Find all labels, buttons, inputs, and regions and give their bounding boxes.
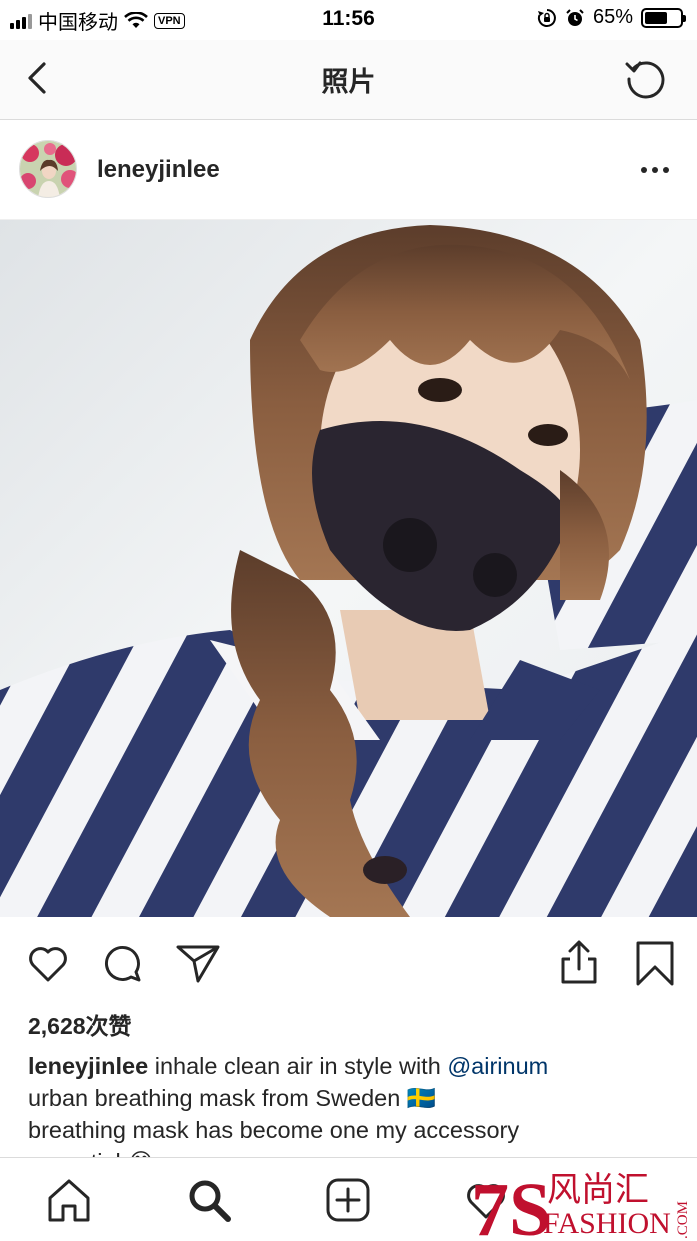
watermark-domain: .COM bbox=[675, 1201, 691, 1239]
caption-username[interactable]: leneyjinlee bbox=[28, 1053, 148, 1079]
post-username[interactable]: leneyjinlee bbox=[97, 156, 220, 184]
rotation-lock-icon bbox=[537, 8, 556, 27]
status-right: 65% bbox=[537, 6, 686, 29]
upload-icon[interactable] bbox=[555, 939, 603, 987]
share-direct-icon[interactable] bbox=[174, 939, 222, 987]
status-bar: 中国移动 VPN 11:56 65% bbox=[0, 0, 697, 40]
caption-line-2: urban breathing mask from Sweden 🇸🇪 bbox=[28, 1085, 437, 1111]
caption-line-3: breathing mask has become one my accesso… bbox=[28, 1117, 520, 1143]
bookmark-icon[interactable] bbox=[631, 939, 679, 987]
more-horizontal-icon[interactable] bbox=[641, 158, 673, 182]
nav-header: 照片 bbox=[0, 40, 697, 120]
site-watermark-logo: 7S 风尚汇 FASHION .COM bbox=[471, 1168, 691, 1241]
watermark-cn: 风尚汇 bbox=[547, 1170, 649, 1210]
post-photo[interactable] bbox=[0, 220, 697, 917]
add-post-icon[interactable] bbox=[324, 1176, 372, 1224]
search-icon[interactable] bbox=[185, 1176, 233, 1224]
caption-line-1: leneyjinlee inhale clean air in style wi… bbox=[28, 1050, 678, 1082]
action-bar bbox=[0, 917, 697, 1007]
watermark-en: FASHION bbox=[543, 1207, 671, 1240]
avatar[interactable] bbox=[19, 140, 77, 198]
comment-icon[interactable] bbox=[98, 939, 146, 987]
battery-icon bbox=[641, 7, 686, 28]
home-icon[interactable] bbox=[45, 1176, 93, 1224]
heart-icon[interactable] bbox=[24, 939, 72, 987]
caption-mention-link[interactable]: @airinum bbox=[447, 1053, 548, 1079]
caption-text: inhale clean air in style with bbox=[148, 1053, 448, 1079]
photo-woman-mask bbox=[0, 220, 697, 917]
page-title: 照片 bbox=[321, 67, 376, 97]
post-header: leneyjinlee bbox=[0, 120, 697, 220]
refresh-icon[interactable] bbox=[623, 56, 669, 102]
watermark-number: 7S bbox=[471, 1168, 551, 1241]
likes-count[interactable]: 2,628次赞 bbox=[28, 1007, 132, 1041]
battery-percent: 65% bbox=[592, 6, 633, 28]
alarm-icon bbox=[566, 8, 584, 26]
avatar-image bbox=[20, 141, 76, 197]
